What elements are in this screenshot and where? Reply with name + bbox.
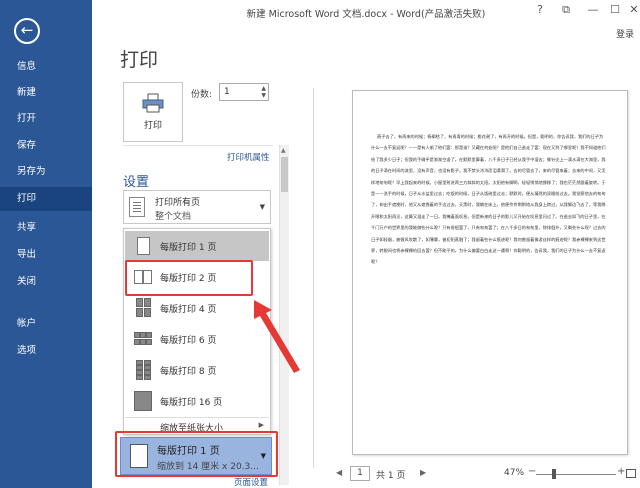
red-arrow-icon [254, 300, 300, 373]
copies-label: 份数: [191, 90, 213, 100]
print-button-label: 打印 [143, 121, 162, 131]
divider [123, 145, 273, 146]
settings-heading: 设置 [123, 175, 150, 190]
copies-value: 1 [224, 87, 230, 97]
chevron-down-icon: ▼ [259, 203, 265, 211]
chevron-right-icon: ▶ [258, 421, 264, 429]
sidebar-item-save[interactable]: 保存 [0, 134, 92, 158]
sidebar-item-account[interactable]: 帐户 [0, 312, 92, 336]
menu-item-label: 每版打印 16 页 [160, 398, 223, 408]
current-page-input[interactable]: 1 [350, 466, 370, 481]
highlight-2-pages-box [125, 260, 253, 296]
divider [313, 88, 314, 468]
preview-page: 燕子去了，有再来的时候；杨柳枯了，有再青的时候；桃花谢了，有再开的时候。但是，聪… [352, 90, 628, 455]
four-pages-icon [134, 298, 152, 318]
spin-up-icon[interactable]: ▲ [261, 85, 266, 92]
next-page-icon[interactable]: ▶ [420, 468, 426, 477]
zoom-slider[interactable] [536, 474, 616, 475]
menu-item-label: 每版打印 6 页 [160, 336, 217, 346]
print-button[interactable]: 打印 [123, 82, 183, 142]
sidebar-item-close[interactable]: 关闭 [0, 270, 92, 294]
ribbon-display-icon[interactable]: ⧉ [558, 3, 574, 17]
login-link[interactable]: 登录 [616, 27, 634, 40]
print-pages-sublabel: 整个文档 [155, 212, 192, 222]
page-setup-link[interactable]: 页面设置 [234, 476, 268, 488]
scroll-thumb[interactable] [281, 157, 288, 192]
print-pages-label: 打印所有页 [155, 198, 201, 208]
zoom-level: 47% [504, 468, 525, 478]
sidebar-item-share[interactable]: 共享 [0, 216, 92, 240]
menu-item-16-pages[interactable]: 每版打印 16 页 [125, 386, 269, 416]
menu-item-6-pages[interactable]: 每版打印 6 页 [125, 324, 269, 354]
printer-icon [142, 93, 164, 113]
document-pages-icon [129, 197, 145, 217]
scroll-up-icon[interactable]: ▲ [281, 147, 286, 154]
close-icon[interactable]: ✕ [626, 3, 640, 17]
sixteen-pages-icon [134, 391, 152, 411]
help-icon[interactable]: ? [532, 3, 548, 17]
prev-page-icon[interactable]: ◀ [336, 468, 342, 477]
zoom-to-page-icon[interactable] [626, 469, 636, 478]
menu-item-label: 每版打印 8 页 [160, 367, 217, 377]
sidebar-item-print[interactable]: 打印 [0, 187, 92, 211]
eight-pages-icon [134, 360, 152, 380]
zoom-slider-thumb[interactable] [552, 469, 556, 479]
page-title: 打印 [120, 49, 159, 71]
highlight-selected-box [115, 431, 278, 477]
sidebar-item-save-as[interactable]: 另存为 [0, 160, 92, 184]
six-pages-icon [134, 329, 152, 349]
backstage-sidebar: ← 信息 新建 打开 保存 另存为 打印 共享 导出 关闭 帐户 选项 [0, 0, 92, 488]
zoom-in-icon[interactable]: + [617, 466, 625, 477]
sidebar-item-new[interactable]: 新建 [0, 81, 92, 105]
menu-item-label: 每版打印 1 页 [160, 243, 217, 253]
menu-item-1-page[interactable]: 每版打印 1 页 [125, 231, 269, 261]
back-arrow-icon[interactable]: ← [14, 18, 40, 44]
printer-properties-link[interactable]: 打印机属性 [227, 151, 270, 163]
sidebar-item-info[interactable]: 信息 [0, 55, 92, 79]
spin-down-icon[interactable]: ▼ [261, 92, 266, 99]
sidebar-item-open[interactable]: 打开 [0, 107, 92, 131]
menu-item-8-pages[interactable]: 每版打印 8 页 [125, 355, 269, 385]
sidebar-item-export[interactable]: 导出 [0, 243, 92, 267]
page-count: 共 1 页 [376, 471, 406, 481]
copies-stepper[interactable]: 1 ▲ ▼ [219, 83, 269, 101]
preview-text: 燕子去了，有再来的时候；杨柳枯了，有再青的时候；桃花谢了，有再开的时候。但是，聪… [371, 134, 606, 265]
maximize-icon[interactable]: ☐ [607, 3, 623, 17]
sidebar-item-options[interactable]: 选项 [0, 339, 92, 363]
menu-item-label: 每版打印 4 页 [160, 305, 217, 315]
one-page-icon [134, 236, 152, 256]
print-pages-dropdown[interactable]: 打印所有页 整个文档 ▼ [123, 190, 271, 224]
title-bar: 新建 Microsoft Word 文档.docx - Word(产品激活失败)… [92, 0, 640, 26]
menu-item-4-pages[interactable]: 每版打印 4 页 [125, 293, 269, 323]
minimize-icon[interactable]: — [585, 3, 601, 17]
zoom-out-icon[interactable]: − [528, 466, 536, 477]
